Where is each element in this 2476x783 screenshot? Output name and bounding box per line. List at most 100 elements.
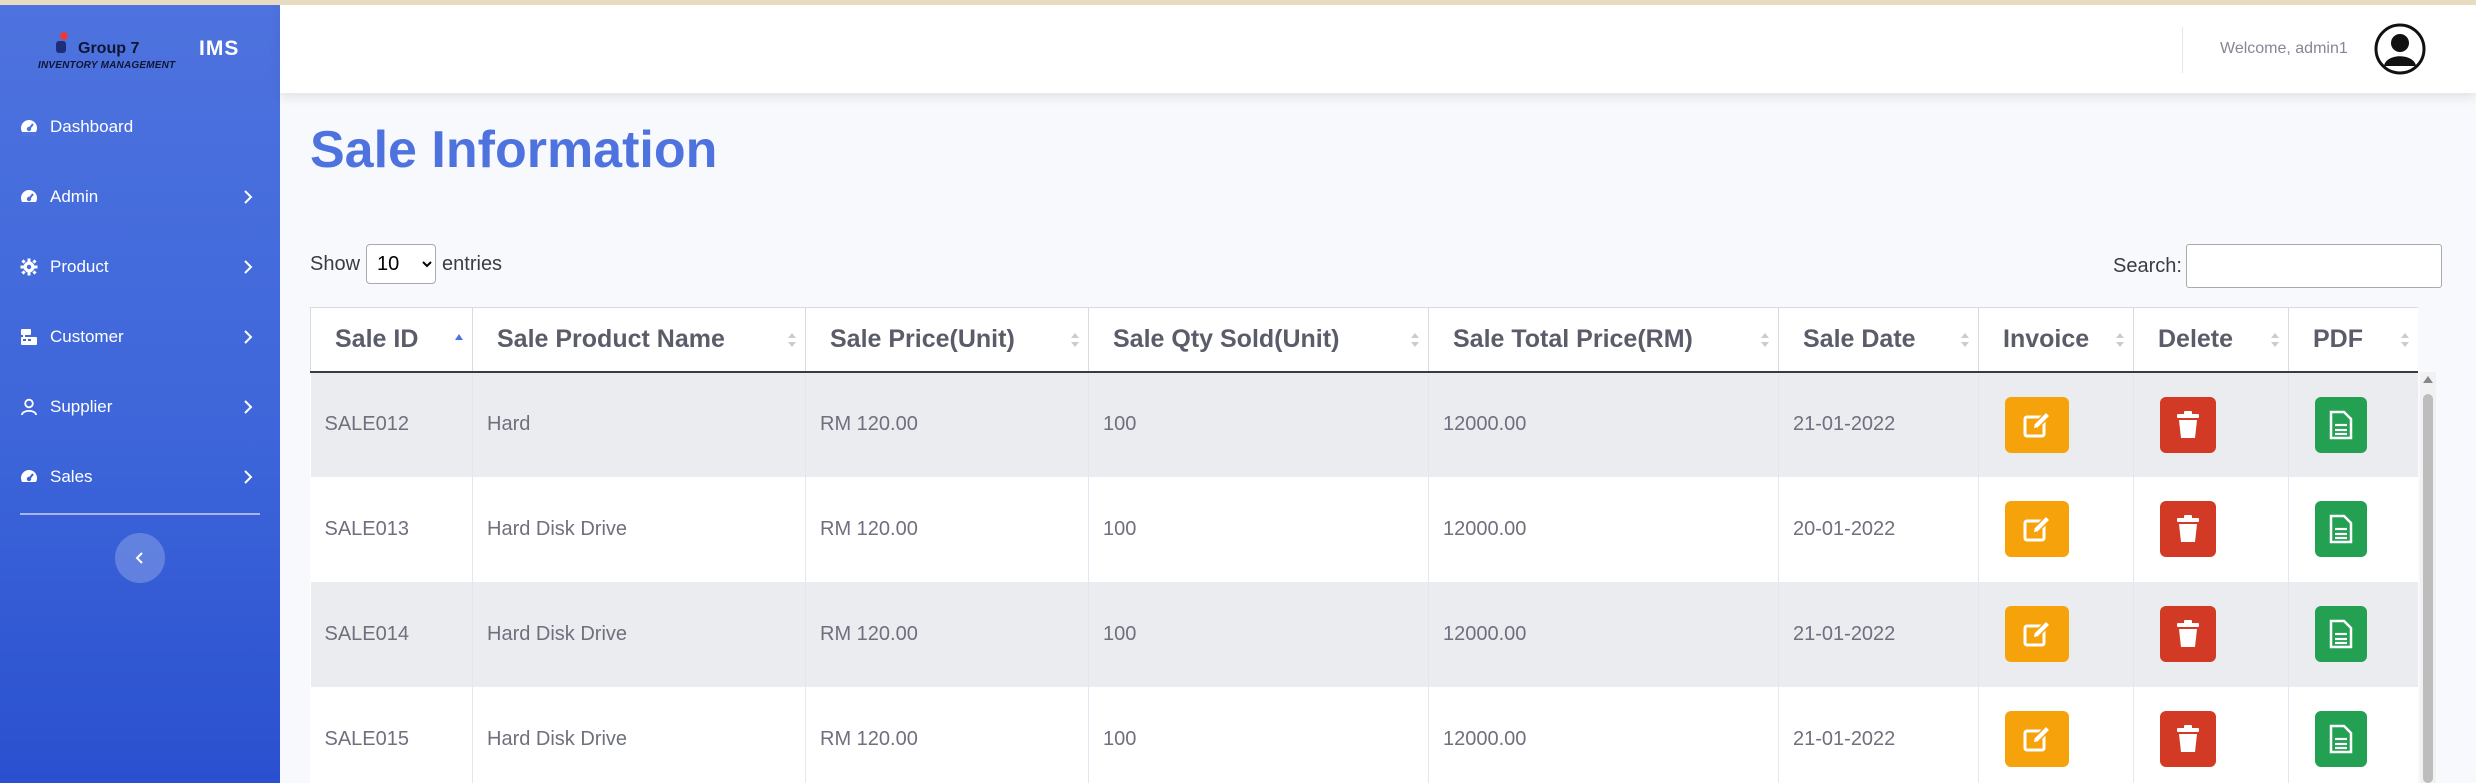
col-header-pdf[interactable]: PDF xyxy=(2288,307,2418,373)
sort-icon xyxy=(2116,333,2124,347)
table-scrollbar[interactable] xyxy=(2420,372,2436,783)
col-header-price[interactable]: Sale Price(Unit) xyxy=(805,307,1089,373)
table-header-row: Sale ID Sale Product Name Sale Price(Uni… xyxy=(310,307,2418,373)
search-input[interactable] xyxy=(2185,244,2442,288)
col-header-label: Sale Date xyxy=(1803,324,1916,353)
sidebar-item-customer[interactable]: Customer xyxy=(0,302,280,372)
delete-button[interactable] xyxy=(2160,396,2216,453)
cell-date: 21-01-2022 xyxy=(1778,371,1979,477)
chevron-left-icon xyxy=(135,552,143,564)
entries-per-page-select[interactable]: 10 xyxy=(366,244,437,284)
sidebar-item-sales[interactable]: Sales xyxy=(0,442,280,512)
scrollbar-thumb[interactable] xyxy=(2423,394,2433,783)
cell-date: 21-01-2022 xyxy=(1778,686,1979,783)
file-text-icon xyxy=(2329,410,2353,439)
chevron-right-icon xyxy=(244,190,253,204)
cell-sale-id: SALE013 xyxy=(310,476,473,582)
sort-icon xyxy=(1761,333,1769,347)
sidebar-item-label: Sales xyxy=(50,467,93,486)
gear-icon xyxy=(20,258,38,276)
cell-sale-id: SALE012 xyxy=(310,371,473,477)
chevron-right-icon xyxy=(244,260,253,274)
sidebar-nav: Dashboard Admin Product Customer Supplie… xyxy=(0,92,280,512)
pdf-button[interactable] xyxy=(2315,606,2367,662)
sidebar-item-product[interactable]: Product xyxy=(0,232,280,302)
col-header-label: Sale Price(Unit) xyxy=(830,324,1015,353)
sidebar-divider xyxy=(20,513,260,515)
tachometer-icon xyxy=(20,118,38,136)
invoice-button[interactable] xyxy=(2005,711,2069,767)
col-header-label: Invoice xyxy=(2003,324,2090,353)
cell-total: 12000.00 xyxy=(1428,581,1779,687)
invoice-button[interactable] xyxy=(2005,396,2069,453)
trash-icon xyxy=(2177,515,2199,542)
pdf-button[interactable] xyxy=(2315,396,2367,453)
user-silhouette-icon xyxy=(2374,23,2426,75)
cell-pdf xyxy=(2288,581,2418,687)
cell-pdf xyxy=(2288,686,2418,783)
invoice-button[interactable] xyxy=(2005,606,2069,662)
scroll-up-arrow-icon[interactable] xyxy=(2423,376,2433,383)
col-header-delete[interactable]: Delete xyxy=(2133,307,2289,373)
pdf-button[interactable] xyxy=(2315,501,2367,557)
col-header-label: Sale ID xyxy=(335,324,419,353)
brand-subtitle: INVENTORY MANAGEMENT xyxy=(38,60,176,71)
sort-icon xyxy=(2271,333,2279,347)
brand-short-name: IMS xyxy=(199,37,240,60)
col-header-total[interactable]: Sale Total Price(RM) xyxy=(1428,307,1779,373)
sidebar-item-supplier[interactable]: Supplier xyxy=(0,372,280,442)
col-header-invoice[interactable]: Invoice xyxy=(1978,307,2134,373)
sidebar-brand[interactable]: Group 7 INVENTORY MANAGEMENT IMS xyxy=(0,5,280,91)
sidebar-toggle-button[interactable] xyxy=(115,533,165,583)
cell-qty: 100 xyxy=(1088,476,1429,582)
pdf-button[interactable] xyxy=(2315,711,2367,767)
brand-title: Group 7 xyxy=(78,40,140,57)
cell-delete xyxy=(2133,581,2289,687)
invoice-button[interactable] xyxy=(2005,501,2069,557)
brand-logo: Group 7 INVENTORY MANAGEMENT xyxy=(34,30,175,76)
sidebar-item-admin[interactable]: Admin xyxy=(0,162,280,232)
cell-delete xyxy=(2133,371,2289,477)
col-header-sale-id[interactable]: Sale ID xyxy=(310,307,473,373)
page-title: Sale Information xyxy=(310,121,718,179)
cell-sale-id: SALE015 xyxy=(310,686,473,783)
table-row: SALE013 Hard Disk Drive RM 120.00 100 12… xyxy=(310,476,2418,582)
sort-icon xyxy=(788,333,796,347)
cell-product-name: Hard Disk Drive xyxy=(472,686,806,783)
cell-qty: 100 xyxy=(1088,581,1429,687)
cell-price: RM 120.00 xyxy=(805,581,1089,687)
table-row: SALE012 Hard RM 120.00 100 12000.00 21-0… xyxy=(310,371,2418,477)
chevron-right-icon xyxy=(244,470,253,484)
sidebar-item-dashboard[interactable]: Dashboard xyxy=(0,92,280,162)
table-row: SALE014 Hard Disk Drive RM 120.00 100 12… xyxy=(310,581,2418,687)
sort-icon xyxy=(1071,333,1079,347)
delete-button[interactable] xyxy=(2160,606,2216,662)
delete-button[interactable] xyxy=(2160,501,2216,557)
cell-product-name: Hard Disk Drive xyxy=(472,476,806,582)
cell-pdf xyxy=(2288,371,2418,477)
col-header-date[interactable]: Sale Date xyxy=(1778,307,1979,373)
col-header-label: PDF xyxy=(2313,324,2363,353)
sort-icon xyxy=(1961,333,1969,347)
cell-invoice xyxy=(1978,476,2134,582)
sort-asc-icon xyxy=(455,334,463,340)
sidebar-item-label: Dashboard xyxy=(50,117,134,136)
cell-total: 12000.00 xyxy=(1428,371,1779,477)
tachometer-icon xyxy=(20,188,38,206)
col-header-qty[interactable]: Sale Qty Sold(Unit) xyxy=(1088,307,1429,373)
sidebar-item-label: Admin xyxy=(50,187,99,206)
logo-mark-icon xyxy=(54,32,72,60)
sidebar-item-label: Product xyxy=(50,257,109,276)
welcome-text[interactable]: Welcome, admin1 xyxy=(2220,40,2348,58)
avatar[interactable] xyxy=(2363,19,2437,79)
col-header-label: Sale Product Name xyxy=(497,324,725,353)
sales-table-container: Sale ID Sale Product Name Sale Price(Uni… xyxy=(310,307,2418,783)
col-header-product-name[interactable]: Sale Product Name xyxy=(472,307,806,373)
cell-qty: 100 xyxy=(1088,686,1429,783)
sidebar: Group 7 INVENTORY MANAGEMENT IMS Dashboa… xyxy=(0,0,280,783)
delete-button[interactable] xyxy=(2160,711,2216,767)
cell-invoice xyxy=(1978,686,2134,783)
topbar: Welcome, admin1 xyxy=(280,5,2476,93)
chevron-right-icon xyxy=(244,330,253,344)
edit-icon xyxy=(2023,724,2052,752)
